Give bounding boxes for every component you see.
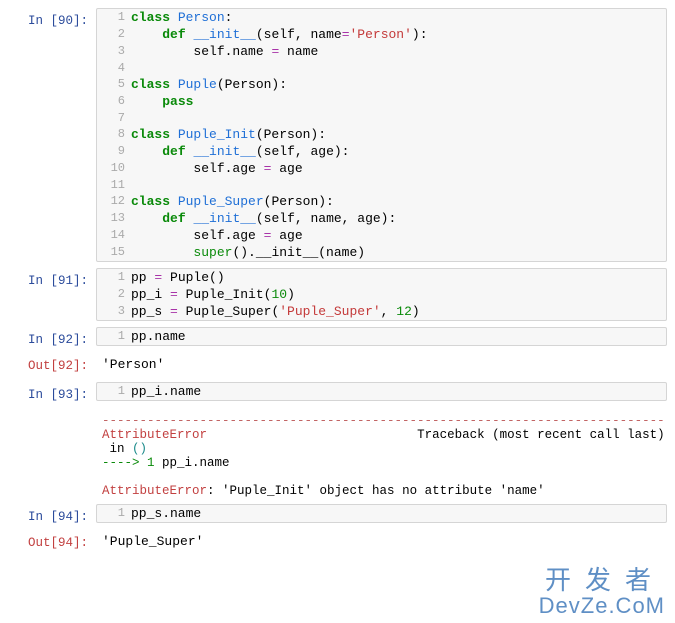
code-cell[interactable]: 1pp = Puple()2pp_i = Puple_Init(10)3pp_s…: [96, 268, 667, 321]
code-line: 15 super().__init__(name): [97, 244, 666, 261]
watermark-line2: DevZe.CoM: [539, 594, 665, 617]
input-cell-row: In [90]:1class Person:2 def __init__(sel…: [8, 8, 667, 262]
line-number: 3: [97, 43, 131, 60]
in-prompt: In [93]:: [8, 382, 96, 402]
line-number: 3: [97, 303, 131, 320]
cell-content: 1pp = Puple()2pp_i = Puple_Init(10)3pp_s…: [96, 268, 667, 321]
line-number: 6: [97, 93, 131, 110]
line-number: 13: [97, 210, 131, 227]
code-content: class Puple_Super(Person):: [131, 193, 666, 210]
code-content: [131, 177, 666, 193]
code-content: super().__init__(name): [131, 244, 666, 261]
code-line: 3 self.name = name: [97, 43, 666, 60]
output-text: 'Person': [96, 353, 667, 376]
code-line: 4: [97, 60, 666, 76]
code-content: pp_i.name: [131, 383, 666, 400]
traceback: ----------------------------------------…: [96, 408, 667, 498]
code-line: 1pp_s.name: [97, 505, 666, 522]
output-cell-row: Out[92]:'Person': [8, 353, 667, 376]
watermark: 开发者 DevZe.CoM: [539, 567, 665, 617]
line-number: 1: [97, 383, 131, 400]
code-content: self.name = name: [131, 43, 666, 60]
line-number: 4: [97, 60, 131, 76]
line-number: 12: [97, 193, 131, 210]
code-cell[interactable]: 1pp.name: [96, 327, 667, 346]
out-prompt: Out[94]:: [8, 530, 96, 553]
code-line: 11: [97, 177, 666, 193]
line-number: 2: [97, 26, 131, 43]
out-prompt: Out[92]:: [8, 353, 96, 376]
code-content: pp_i = Puple_Init(10): [131, 286, 666, 303]
code-line: 12class Puple_Super(Person):: [97, 193, 666, 210]
code-line: 2pp_i = Puple_Init(10): [97, 286, 666, 303]
code-content: pp = Puple(): [131, 269, 666, 286]
input-cell-row: In [93]:1pp_i.name: [8, 382, 667, 402]
output-text: 'Puple_Super': [96, 530, 667, 553]
code-line: 1pp = Puple(): [97, 269, 666, 286]
line-number: 1: [97, 9, 131, 26]
code-content: def __init__(self, name='Person'):: [131, 26, 666, 43]
code-line: 1pp_i.name: [97, 383, 666, 400]
in-prompt: In [92]:: [8, 327, 96, 347]
code-content: class Puple(Person):: [131, 76, 666, 93]
line-number: 2: [97, 286, 131, 303]
code-content: class Person:: [131, 9, 666, 26]
line-number: 11: [97, 177, 131, 193]
line-number: 15: [97, 244, 131, 261]
line-number: 10: [97, 160, 131, 177]
cell-content: 'Person': [96, 353, 667, 376]
line-number: 1: [97, 328, 131, 345]
input-cell-row: In [91]:1pp = Puple()2pp_i = Puple_Init(…: [8, 268, 667, 321]
code-cell[interactable]: 1class Person:2 def __init__(self, name=…: [96, 8, 667, 262]
code-content: self.age = age: [131, 227, 666, 244]
code-line: 1pp.name: [97, 328, 666, 345]
output-cell-row: Out[94]:'Puple_Super': [8, 530, 667, 553]
code-content: [131, 60, 666, 76]
code-line: 10 self.age = age: [97, 160, 666, 177]
code-cell[interactable]: 1pp_s.name: [96, 504, 667, 523]
code-content: def __init__(self, name, age):: [131, 210, 666, 227]
code-content: def __init__(self, age):: [131, 143, 666, 160]
code-line: 9 def __init__(self, age):: [97, 143, 666, 160]
line-number: 9: [97, 143, 131, 160]
in-prompt: [8, 408, 96, 498]
line-number: 5: [97, 76, 131, 93]
line-number: 1: [97, 269, 131, 286]
code-content: pp_s = Puple_Super('Puple_Super', 12): [131, 303, 666, 320]
code-line: 5class Puple(Person):: [97, 76, 666, 93]
cell-content: 'Puple_Super': [96, 530, 667, 553]
cell-content: 1pp_i.name: [96, 382, 667, 402]
cell-content: ----------------------------------------…: [96, 408, 667, 498]
watermark-line1: 开发者: [539, 567, 665, 594]
line-number: 8: [97, 126, 131, 143]
cell-content: 1class Person:2 def __init__(self, name=…: [96, 8, 667, 262]
code-content: class Puple_Init(Person):: [131, 126, 666, 143]
code-line: 13 def __init__(self, name, age):: [97, 210, 666, 227]
code-cell[interactable]: 1pp_i.name: [96, 382, 667, 401]
cell-content: 1pp.name: [96, 327, 667, 347]
line-number: 14: [97, 227, 131, 244]
input-cell-row: In [94]:1pp_s.name: [8, 504, 667, 524]
line-number: 7: [97, 110, 131, 126]
code-content: pp_s.name: [131, 505, 666, 522]
in-prompt: In [90]:: [8, 8, 96, 262]
in-prompt: In [91]:: [8, 268, 96, 321]
code-content: pass: [131, 93, 666, 110]
code-content: pp.name: [131, 328, 666, 345]
line-number: 1: [97, 505, 131, 522]
error-cell-row: ----------------------------------------…: [8, 408, 667, 498]
code-line: 7: [97, 110, 666, 126]
cell-content: 1pp_s.name: [96, 504, 667, 524]
code-line: 6 pass: [97, 93, 666, 110]
code-line: 3pp_s = Puple_Super('Puple_Super', 12): [97, 303, 666, 320]
code-line: 8class Puple_Init(Person):: [97, 126, 666, 143]
code-line: 2 def __init__(self, name='Person'):: [97, 26, 666, 43]
code-line: 1class Person:: [97, 9, 666, 26]
in-prompt: In [94]:: [8, 504, 96, 524]
code-content: [131, 110, 666, 126]
input-cell-row: In [92]:1pp.name: [8, 327, 667, 347]
code-content: self.age = age: [131, 160, 666, 177]
code-line: 14 self.age = age: [97, 227, 666, 244]
